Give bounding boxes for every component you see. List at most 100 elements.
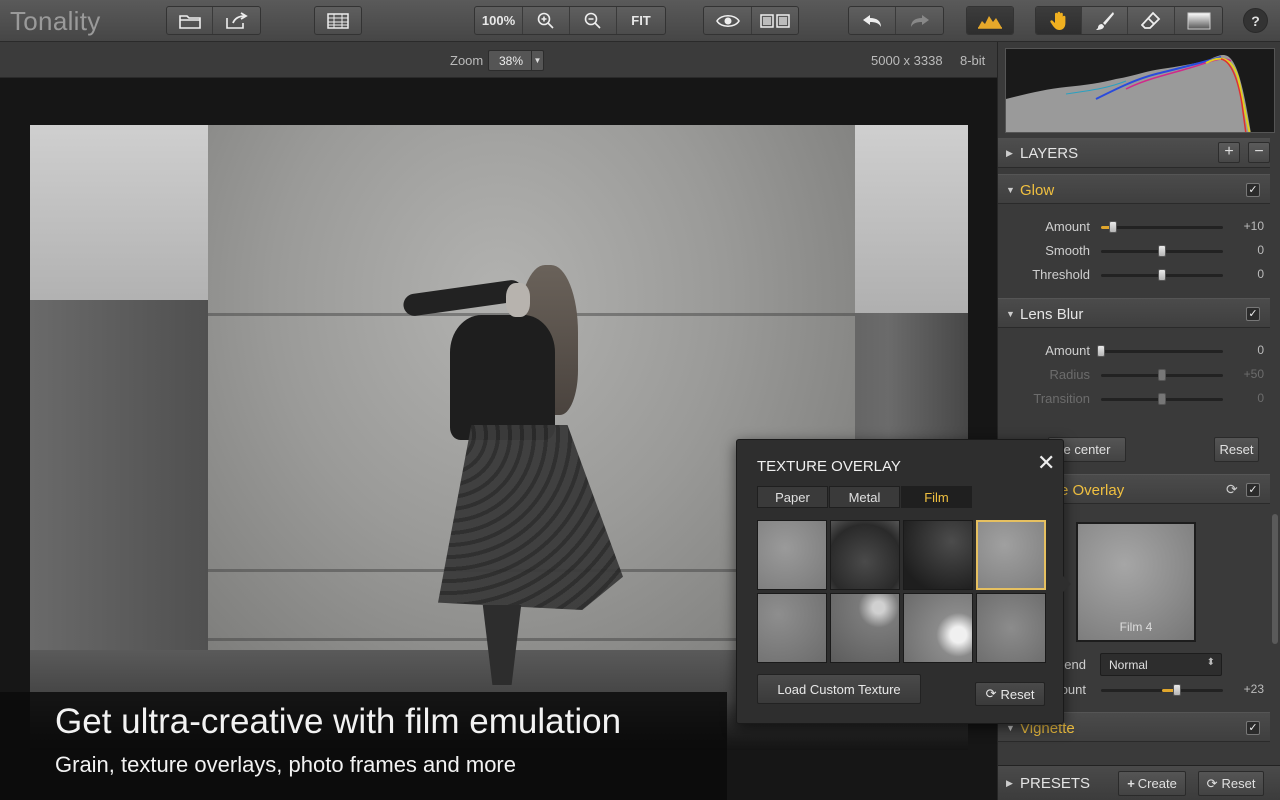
zoom-in-icon [537,12,554,29]
texture-thumb[interactable] [903,520,973,590]
tab-film[interactable]: Film [901,486,972,508]
eye-icon [715,14,740,27]
refresh-icon: ⟳ [1206,775,1218,791]
popup-reset-button[interactable]: ⟳ Reset [975,682,1045,706]
texture-thumb[interactable] [830,593,900,663]
add-layer-button[interactable]: + [1218,142,1240,163]
panel-scrollbar[interactable] [1272,514,1278,644]
chevron-down-icon: ▼ [1006,185,1015,195]
tab-metal[interactable]: Metal [829,486,900,508]
texture-thumb[interactable] [976,593,1046,663]
load-custom-texture-button[interactable]: Load Custom Texture [757,674,921,704]
blend-mode-select[interactable]: Normal ⬍ [1100,653,1222,676]
param-value: +10 [1243,219,1264,233]
presets-label[interactable]: PRESETS [1020,775,1090,792]
texture-amount-slider[interactable] [1172,684,1181,696]
zoom-100-button[interactable]: 100% [475,7,523,34]
slider-handle[interactable] [1158,393,1166,405]
undo-button[interactable] [849,7,896,34]
zoom-select[interactable]: 38% ▼ [488,50,544,71]
refresh-icon: ⟳ [985,686,997,701]
photo-figure-face [506,283,530,317]
param-row: Amount 0 [998,340,1270,362]
layers-header[interactable]: ▶ LAYERS + − [998,138,1270,168]
texture-overlay-enable-checkbox[interactable]: ✓ [1246,483,1260,497]
slider-track[interactable] [1101,350,1223,353]
eraser-tool-button[interactable] [1128,7,1175,34]
image-dimensions: 5000 x 3338 [871,53,943,68]
compare-group [314,6,362,35]
plus-icon: + [1127,776,1135,791]
param-row: Amount +10 [998,216,1270,238]
brush-icon [1095,11,1114,30]
remove-layer-button[interactable]: − [1248,142,1270,163]
param-row: Transition 0 [998,388,1270,410]
popup-title: TEXTURE OVERLAY [757,458,901,475]
promo-subtitle: Grain, texture overlays, photo frames an… [55,752,516,777]
gradient-icon [1187,12,1210,29]
zoom-out-button[interactable] [570,7,617,34]
slider-track[interactable] [1101,226,1223,229]
hand-tool-button[interactable] [1036,7,1082,34]
preview-toggle-button[interactable] [704,7,752,34]
texture-thumb-selected[interactable] [976,520,1046,590]
glow-title: Glow [1020,182,1055,199]
promo-caption: Get ultra-creative with film emulation G… [0,692,727,800]
slider-handle[interactable] [1158,245,1166,257]
file-group [166,6,261,35]
presets-bar: ▶ PRESETS + Create ⟳ Reset [998,765,1280,800]
texture-thumbnails [757,520,1048,663]
texture-thumb[interactable] [757,520,827,590]
param-label: Amount [1045,343,1090,358]
refresh-icon[interactable]: ⟳ [1226,481,1238,498]
texture-thumb[interactable] [757,593,827,663]
zoom-group: 100% FIT [474,6,666,35]
photo-figure-torso [450,315,555,440]
reset-preset-label: Reset [1221,776,1256,791]
close-icon[interactable]: ✕ [1037,450,1055,476]
texture-category-tabs: Paper Metal Film [757,486,973,508]
param-value: 0 [1257,343,1264,357]
histogram-icon [978,15,1002,29]
texture-thumb[interactable] [903,593,973,663]
redo-button[interactable] [896,7,943,34]
share-button[interactable] [213,7,260,34]
histogram [1005,48,1275,133]
help-button[interactable]: ? [1243,8,1268,33]
histogram-group [966,6,1014,35]
history-group [848,6,944,35]
texture-preview[interactable]: Film 4 [1076,522,1196,642]
chevron-down-icon: ▼ [531,51,543,70]
glow-section-header[interactable]: ▼ Glow ✓ [998,174,1270,204]
create-preset-button[interactable]: + Create [1118,771,1186,796]
brush-tool-button[interactable] [1082,7,1128,34]
grid-view-button[interactable] [315,7,361,34]
reset-preset-button[interactable]: ⟳ Reset [1198,771,1264,796]
glow-enable-checkbox[interactable]: ✓ [1246,183,1260,197]
layers-label: LAYERS [1020,145,1079,162]
gradient-tool-button[interactable] [1175,7,1222,34]
open-button[interactable] [167,7,213,34]
popup-pointer [1062,575,1071,593]
vignette-enable-checkbox[interactable]: ✓ [1246,721,1260,735]
split-view-button[interactable] [752,7,798,34]
lens-blur-section-header[interactable]: ▼ Lens Blur ✓ [998,298,1270,328]
share-icon [225,11,248,29]
slider-handle[interactable] [1097,345,1105,357]
param-label: Threshold [1032,267,1090,282]
texture-thumb[interactable] [830,520,900,590]
lens-blur-enable-checkbox[interactable]: ✓ [1246,307,1260,321]
lens-blur-reset-button[interactable]: Reset [1214,437,1259,462]
fit-button[interactable]: FIT [617,7,665,34]
bit-depth: 8-bit [960,53,986,68]
slider-handle[interactable] [1158,269,1166,281]
tab-paper[interactable]: Paper [757,486,828,508]
app-window: Tonality 100% FIT ? Zoom 38% ▼ 5000 x 33… [0,0,1280,800]
slider-handle[interactable] [1158,369,1166,381]
slider-handle[interactable] [1109,221,1118,233]
chevron-right-icon: ▶ [1006,778,1013,788]
zoom-in-button[interactable] [523,7,570,34]
tools-group [1035,6,1223,35]
eraser-icon [1141,11,1161,29]
histogram-toggle-button[interactable] [967,7,1013,34]
